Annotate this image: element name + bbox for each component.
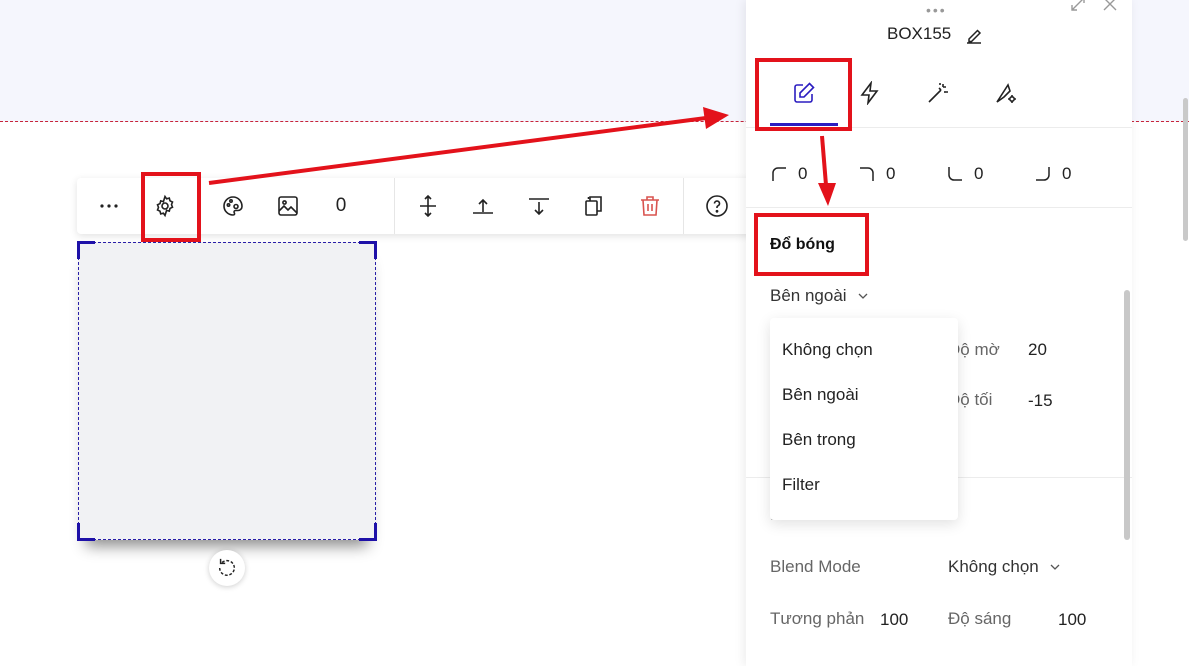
resize-handle[interactable]: [77, 523, 95, 541]
chevron-down-icon: [1050, 564, 1060, 570]
toolbar-counter: 0: [335, 195, 347, 216]
radius-bottom-right[interactable]: 0: [1034, 162, 1071, 186]
contrast-value[interactable]: 100: [880, 610, 908, 630]
selected-box[interactable]: [77, 241, 377, 541]
more-icon[interactable]: [87, 178, 131, 234]
align-vertical-icon[interactable]: [406, 178, 450, 234]
trash-icon[interactable]: [628, 178, 672, 234]
blend-mode-label: Blend Mode: [770, 557, 861, 576]
resize-handle[interactable]: [359, 523, 377, 541]
radius-top-left[interactable]: 0: [770, 162, 807, 186]
resize-handle[interactable]: [359, 241, 377, 259]
tab-advanced[interactable]: [982, 72, 1030, 114]
annotation-highlight: [754, 213, 869, 276]
corner-bottom-left-icon: [948, 167, 962, 181]
align-bottom-icon[interactable]: [517, 178, 561, 234]
radius-value: 0: [974, 164, 984, 183]
rename-pencil-icon[interactable]: [964, 26, 984, 46]
settings-tool-icon: [996, 83, 1016, 103]
expand-icon[interactable]: [1068, 0, 1088, 14]
radius-bottom-left[interactable]: 0: [946, 162, 983, 186]
radius-value: 0: [798, 164, 808, 183]
brightness-label: Độ sáng: [948, 609, 1012, 628]
contrast-label: Tương phản: [770, 609, 865, 628]
dropdown-option[interactable]: Không chọn: [782, 340, 873, 360]
shadow-type-dropdown: Không chọn Bên ngoài Bên trong Filter: [770, 318, 958, 520]
element-title: BOX155: [887, 24, 952, 43]
page-scrollbar[interactable]: [1183, 98, 1188, 241]
annotation-highlight: [755, 58, 852, 131]
palette-icon[interactable]: [211, 178, 255, 234]
dropdown-option[interactable]: Filter: [782, 475, 820, 495]
corner-bottom-right-icon: [1036, 167, 1050, 181]
corner-top-left-icon: [772, 167, 786, 181]
brightness-value[interactable]: 100: [1058, 610, 1086, 630]
blur-value[interactable]: 20: [1028, 340, 1047, 360]
blend-mode-select[interactable]: Không chọn: [948, 557, 1061, 577]
corner-top-right-icon: [860, 167, 874, 181]
toolbar-separator: [683, 178, 684, 234]
toolbar-separator: [394, 178, 395, 234]
resize-handle[interactable]: [77, 241, 95, 259]
radius-value: 0: [886, 164, 896, 183]
dropdown-option[interactable]: Bên ngoài: [782, 385, 859, 405]
darkness-value[interactable]: -15: [1028, 391, 1053, 411]
align-top-icon[interactable]: [461, 178, 505, 234]
drag-handle-icon[interactable]: •••: [926, 2, 947, 18]
dropdown-option[interactable]: Bên trong: [782, 430, 856, 450]
panel-scrollbar[interactable]: [1124, 290, 1130, 540]
rotate-icon: [218, 558, 236, 576]
shadow-type-value: Bên ngoài: [770, 286, 847, 305]
divider: [746, 207, 1132, 208]
annotation-highlight: [141, 172, 201, 242]
close-icon[interactable]: [1100, 0, 1120, 14]
tab-effects[interactable]: [914, 72, 962, 114]
duplicate-icon[interactable]: [572, 178, 616, 234]
help-icon[interactable]: [695, 178, 739, 234]
blend-mode-value: Không chọn: [948, 557, 1039, 576]
magic-wand-icon: [928, 83, 948, 103]
radius-top-right[interactable]: 0: [858, 162, 895, 186]
image-icon[interactable]: [266, 178, 310, 234]
chevron-down-icon: [858, 293, 868, 299]
rotate-handle[interactable]: [209, 550, 245, 586]
shadow-type-select[interactable]: Bên ngoài: [770, 286, 869, 306]
tab-events[interactable]: [846, 72, 894, 114]
lightning-icon: [860, 81, 879, 105]
radius-value: 0: [1062, 164, 1072, 183]
